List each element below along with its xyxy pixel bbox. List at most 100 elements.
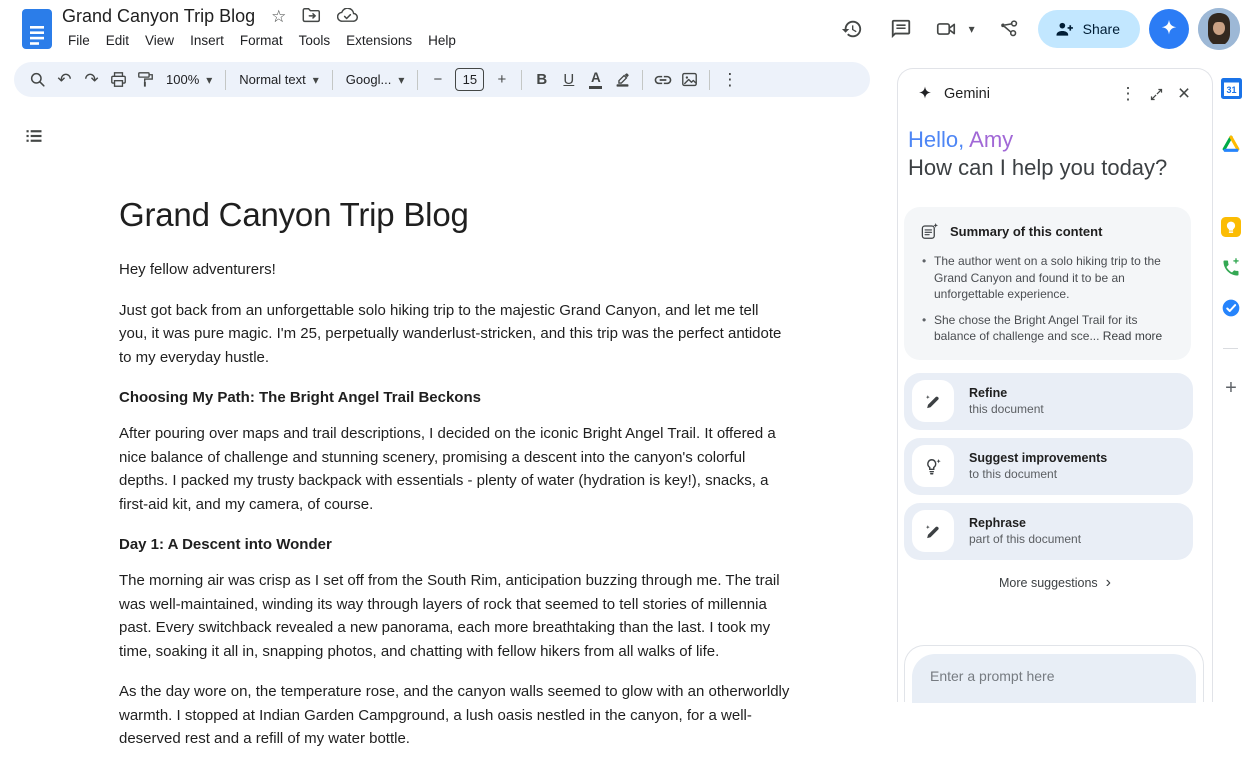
gemini-panel: Gemini ⋮ × Hello, Amy How can I help you… (897, 68, 1213, 702)
paint-format-icon[interactable] (132, 66, 159, 93)
menu-tools[interactable]: Tools (291, 30, 339, 51)
title-row: Grand Canyon Trip Blog ☆ (62, 6, 358, 27)
summary-card[interactable]: Summary of this content The author went … (904, 207, 1191, 360)
get-addons-icon[interactable]: + (1219, 376, 1243, 400)
font-size-field[interactable]: 15 (455, 68, 484, 91)
phone-app-icon[interactable] (1219, 256, 1243, 280)
gemini-close-icon[interactable]: × (1170, 80, 1198, 108)
suggestion-title: Suggest improvements (969, 450, 1107, 466)
greeting-question: How can I help you today? (908, 154, 1202, 182)
drive-app-icon[interactable] (1219, 132, 1243, 156)
section-heading[interactable]: Day 1: A Descent into Wonder (119, 533, 791, 556)
summary-title: Summary of this content (950, 224, 1102, 239)
doc-title-text[interactable]: Grand Canyon Trip Blog (62, 6, 255, 27)
topbar-actions: ▾ Share (832, 7, 1240, 51)
menu-edit[interactable]: Edit (98, 30, 137, 51)
greeting-name: Amy (964, 127, 1013, 152)
decrease-font-size-icon[interactable]: − (424, 66, 451, 93)
zoom-select[interactable]: 100% ▾ (159, 72, 219, 87)
menubar: File Edit View Insert Format Tools Exten… (60, 30, 464, 51)
suggestion-improvements[interactable]: Suggest improvements to this document (904, 438, 1193, 495)
gemini-panel-title: Gemini (944, 86, 1114, 102)
tasks-app-icon[interactable] (1219, 296, 1243, 320)
star-icon[interactable]: ☆ (271, 8, 286, 25)
svg-text:31: 31 (1226, 84, 1236, 94)
suggestion-rephrase[interactable]: Rephrase part of this document (904, 503, 1193, 560)
lightbulb-spark-icon (923, 456, 943, 476)
summary-bullet: She chose the Bright Angel Trail for its… (920, 312, 1177, 345)
more-suggestions-button[interactable]: More suggestions › (999, 575, 1111, 591)
paragraph[interactable]: As the day wore on, the temperature rose… (119, 680, 791, 751)
video-call-caret-icon[interactable]: ▾ (962, 13, 980, 45)
undo-icon[interactable]: ↶ (51, 66, 78, 93)
paragraph[interactable]: Hey fellow adventurers! (119, 258, 791, 282)
paragraph-style-select[interactable]: Normal text ▾ (232, 72, 326, 87)
workflow-nodes-icon[interactable] (989, 9, 1029, 49)
share-label: Share (1083, 21, 1120, 37)
redo-icon[interactable]: ↷ (78, 66, 105, 93)
print-icon[interactable] (105, 66, 132, 93)
document-heading[interactable]: Grand Canyon Trip Blog (119, 196, 791, 234)
menu-help[interactable]: Help (420, 30, 464, 51)
toolbar-divider (225, 70, 226, 90)
gemini-spark-icon (1158, 18, 1180, 40)
paragraph[interactable]: After pouring over maps and trail descri… (119, 422, 791, 516)
docs-logo[interactable] (22, 9, 52, 49)
font-family-select[interactable]: Googl... ▾ (339, 72, 412, 87)
menu-insert[interactable]: Insert (182, 30, 232, 51)
gemini-expand-icon[interactable] (1142, 80, 1170, 108)
underline-icon[interactable]: U (555, 66, 582, 93)
document-canvas[interactable]: Grand Canyon Trip Blog Hey fellow advent… (119, 196, 791, 768)
cloud-status-icon[interactable] (337, 8, 358, 26)
chevron-right-icon: › (1106, 575, 1111, 591)
document-outline-icon[interactable] (20, 122, 48, 150)
section-heading[interactable]: Choosing My Path: The Bright Angel Trail… (119, 386, 791, 409)
suggestion-refine[interactable]: Refine this document (904, 373, 1193, 430)
toolbar-more-icon[interactable]: ⋮ (716, 66, 743, 93)
zoom-value: 100% (166, 72, 199, 87)
menu-extensions[interactable]: Extensions (338, 30, 420, 51)
keep-app-icon[interactable] (1219, 215, 1243, 239)
increase-font-size-icon[interactable]: + (488, 66, 515, 93)
version-history-icon[interactable] (832, 9, 872, 49)
comments-icon[interactable] (881, 9, 921, 49)
bold-icon[interactable]: B (528, 66, 555, 93)
menu-view[interactable]: View (137, 30, 182, 51)
highlight-color-icon[interactable] (609, 66, 636, 93)
paragraph-style-value: Normal text (239, 72, 305, 87)
font-caret-icon: ▾ (398, 73, 404, 87)
gemini-logo-spark-icon (916, 85, 934, 103)
summarize-icon (920, 222, 939, 241)
calendar-app-icon[interactable]: 31 (1219, 76, 1243, 100)
menu-format[interactable]: Format (232, 30, 291, 51)
toolbar-divider (417, 70, 418, 90)
insert-image-icon[interactable] (676, 66, 703, 93)
user-avatar[interactable] (1198, 8, 1240, 50)
suggestion-subtitle: to this document (969, 466, 1107, 482)
pen-spark-icon (923, 521, 943, 541)
video-call-control: ▾ (930, 13, 980, 45)
zoom-caret-icon: ▾ (206, 73, 212, 87)
video-call-icon[interactable] (930, 13, 962, 45)
suggestion-subtitle: this document (969, 401, 1044, 417)
insert-link-icon[interactable] (649, 66, 676, 93)
summary-bullet: The author went on a solo hiking trip to… (920, 253, 1177, 303)
prompt-input[interactable] (912, 654, 1196, 703)
style-caret-icon: ▾ (313, 73, 319, 87)
gemini-more-icon[interactable]: ⋮ (1114, 80, 1142, 108)
search-menus-icon[interactable] (24, 66, 51, 93)
rail-divider (1223, 348, 1238, 349)
suggestion-title: Rephrase (969, 515, 1081, 531)
share-button[interactable]: Share (1038, 10, 1140, 48)
gemini-spark-button[interactable] (1149, 9, 1189, 49)
move-folder-icon[interactable] (302, 7, 321, 26)
topbar: Grand Canyon Trip Blog ☆ File Edit View … (0, 0, 1248, 58)
text-color-icon[interactable]: A (582, 66, 609, 93)
toolbar-divider (642, 70, 643, 90)
pen-spark-icon (923, 391, 943, 411)
toolbar-divider (332, 70, 333, 90)
paragraph[interactable]: Just got back from an unforgettable solo… (119, 299, 791, 370)
read-more-link[interactable]: Read more (1103, 329, 1162, 343)
menu-file[interactable]: File (60, 30, 98, 51)
paragraph[interactable]: The morning air was crisp as I set off f… (119, 569, 791, 663)
